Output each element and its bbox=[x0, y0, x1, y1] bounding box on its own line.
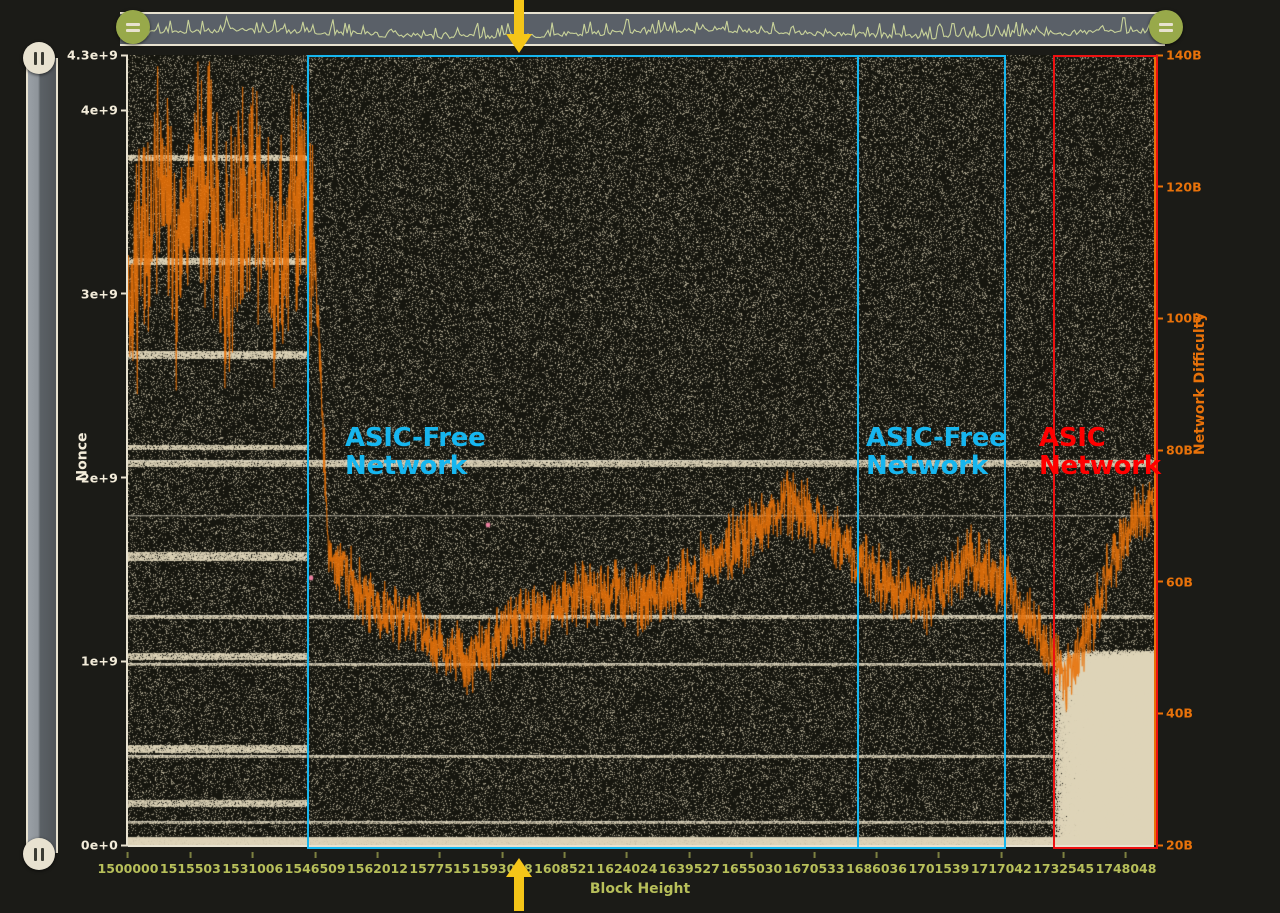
x-tick-mark bbox=[439, 852, 441, 858]
x-tick-mark bbox=[314, 852, 316, 858]
y-tick-mark bbox=[121, 109, 128, 111]
minimap-sparkline bbox=[120, 14, 1165, 44]
y-tick-mark bbox=[121, 54, 128, 56]
grip-bar-icon bbox=[34, 52, 37, 65]
grip-bar-icon bbox=[1159, 23, 1173, 26]
y-tick-label: 4e+9 bbox=[81, 103, 118, 118]
x-tick-mark bbox=[1063, 852, 1065, 858]
x-tick-mark bbox=[376, 852, 378, 858]
x-tick-mark bbox=[938, 852, 940, 858]
nonce-slider-handle-top[interactable] bbox=[23, 42, 55, 74]
x-tick-label: 1531006 bbox=[222, 861, 283, 876]
x-tick-mark bbox=[1125, 852, 1127, 858]
grip-bar-icon bbox=[1159, 29, 1173, 32]
x-tick-mark bbox=[1000, 852, 1002, 858]
y-right-tick-label: 80B bbox=[1166, 443, 1193, 458]
x-axis-title: Block Height bbox=[590, 881, 690, 897]
x-tick-label: 1701539 bbox=[908, 861, 969, 876]
y-right-tick-label: 100B bbox=[1166, 311, 1202, 326]
y-tick-label: 0e+0 bbox=[81, 838, 118, 853]
x-tick-label: 1748048 bbox=[1096, 861, 1157, 876]
x-tick-label: 1608521 bbox=[534, 861, 595, 876]
x-tick-mark bbox=[501, 852, 503, 858]
y-right-tick-mark bbox=[1156, 581, 1163, 583]
x-tick-label: 1515503 bbox=[160, 861, 221, 876]
minimap-handle-right[interactable] bbox=[1149, 10, 1183, 44]
x-tick-label: 1732545 bbox=[1033, 861, 1094, 876]
x-tick-label: 1546509 bbox=[285, 861, 346, 876]
x-tick-label: 1686036 bbox=[846, 861, 907, 876]
x-tick-mark bbox=[751, 852, 753, 858]
y-tick-label: 3e+9 bbox=[81, 286, 118, 301]
x-tick-label: 1624024 bbox=[597, 861, 658, 876]
x-tick-mark bbox=[189, 852, 191, 858]
asic-free-network-1: ASIC-Free Network bbox=[345, 424, 485, 480]
asic-free-network-2: ASIC-Free Network bbox=[866, 424, 1006, 480]
x-tick-mark bbox=[813, 852, 815, 858]
x-tick-label: 1717042 bbox=[971, 861, 1032, 876]
y-tick-label: 1e+9 bbox=[81, 654, 118, 669]
grip-bar-icon bbox=[41, 848, 44, 861]
y-axis-left-line bbox=[126, 55, 128, 845]
minimap-handle-left[interactable] bbox=[116, 10, 150, 44]
y-tick-label: 2e+9 bbox=[81, 470, 118, 485]
x-tick-label: 1670533 bbox=[784, 861, 845, 876]
x-tick-label: 1500000 bbox=[98, 861, 159, 876]
y-right-tick-mark bbox=[1156, 844, 1163, 846]
x-tick-mark bbox=[688, 852, 690, 858]
grip-bar-icon bbox=[41, 52, 44, 65]
block-height-range-minimap[interactable] bbox=[120, 12, 1165, 46]
y-axis-right-title: Network Difficulty bbox=[1192, 313, 1208, 455]
x-tick-mark bbox=[127, 852, 129, 858]
x-tick-mark bbox=[876, 852, 878, 858]
x-tick-mark bbox=[564, 852, 566, 858]
grip-bar-icon bbox=[126, 29, 140, 32]
y-right-tick-mark bbox=[1156, 54, 1163, 56]
y-right-tick-label: 40B bbox=[1166, 706, 1193, 721]
y-right-tick-label: 140B bbox=[1166, 48, 1202, 63]
x-tick-label: 1577515 bbox=[409, 861, 470, 876]
y-tick-mark bbox=[121, 293, 128, 295]
grip-bar-icon bbox=[126, 23, 140, 26]
bottom-marker-arrow bbox=[505, 856, 533, 911]
nonce-slider-handle-bottom[interactable] bbox=[23, 838, 55, 870]
asic-network: ASIC Network bbox=[1039, 424, 1161, 480]
chart-page: Nonce Network Difficulty Block Height AS… bbox=[0, 0, 1280, 913]
x-tick-label: 1655030 bbox=[721, 861, 782, 876]
y-tick-mark bbox=[121, 477, 128, 479]
y-right-tick-label: 60B bbox=[1166, 574, 1193, 589]
x-tick-label: 1562012 bbox=[347, 861, 408, 876]
x-tick-label: 1639527 bbox=[659, 861, 720, 876]
y-right-tick-label: 20B bbox=[1166, 838, 1193, 853]
grip-bar-icon bbox=[34, 848, 37, 861]
x-tick-mark bbox=[626, 852, 628, 858]
x-tick-mark bbox=[252, 852, 254, 858]
x-axis-line bbox=[128, 845, 1154, 847]
nonce-range-slider[interactable] bbox=[26, 58, 58, 853]
y-tick-mark bbox=[121, 660, 128, 662]
y-right-tick-label: 120B bbox=[1166, 179, 1202, 194]
y-tick-mark bbox=[121, 844, 128, 846]
top-marker-arrow bbox=[505, 0, 533, 55]
y-right-tick-mark bbox=[1156, 186, 1163, 188]
y-right-tick-mark bbox=[1156, 712, 1163, 714]
y-tick-label: 4.3e+9 bbox=[67, 48, 118, 63]
y-right-tick-mark bbox=[1156, 317, 1163, 319]
